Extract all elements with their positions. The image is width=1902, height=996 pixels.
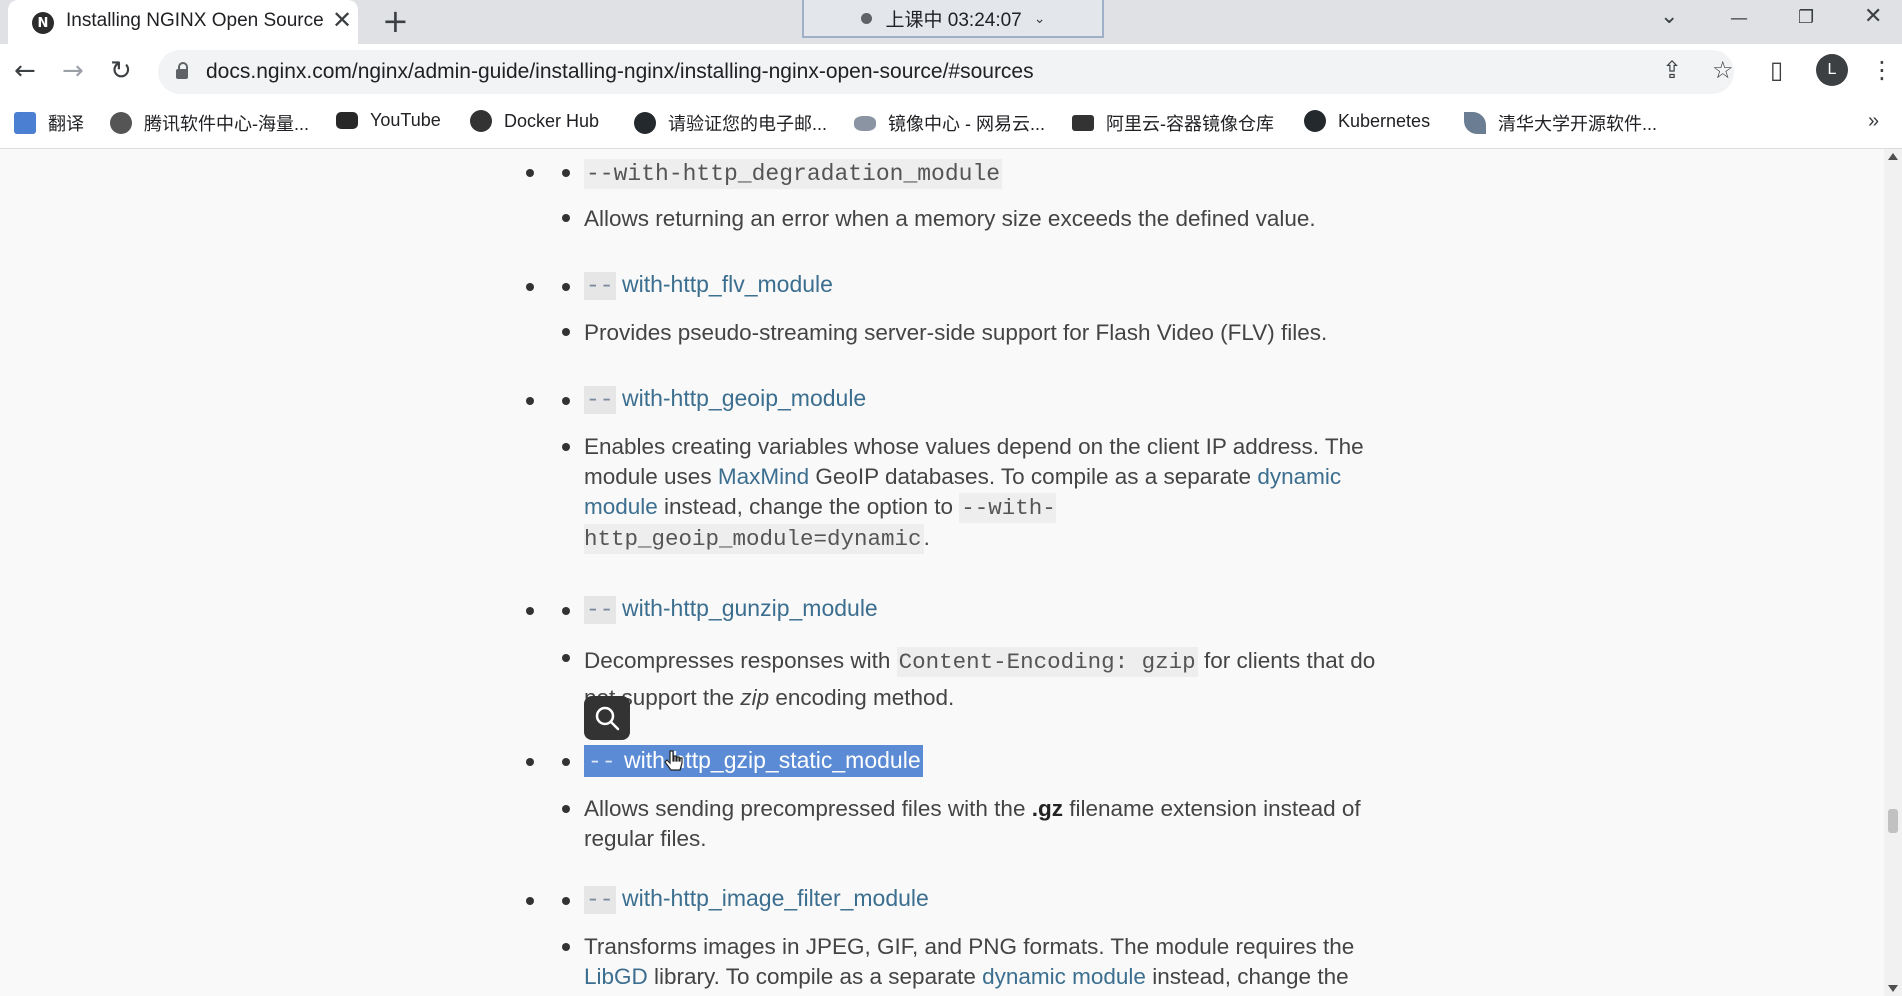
module-description: Enables creating variables whose values … (584, 434, 1364, 554)
forward-arrow-icon[interactable]: → (62, 56, 84, 86)
tab-strip: N Installing NGINX Open Source ✕ + 上课中 0… (0, 0, 1902, 44)
bullet (562, 443, 570, 451)
share-icon[interactable]: ⇪ (1662, 56, 1682, 84)
address-bar[interactable]: docs.nginx.com/nginx/admin-guide/install… (158, 50, 1734, 94)
bullet (562, 397, 570, 405)
module-link-selected[interactable]: -- with-http_gzip_static_module (584, 745, 923, 777)
bookmark-label: Docker Hub (504, 110, 600, 131)
chevron-down-icon: ⌄ (1033, 9, 1046, 26)
bookmark-label: 清华大学开源软件... (1498, 114, 1658, 134)
aliyun-icon (1072, 115, 1094, 131)
class-timer-label: 上课中 03:24:07 (885, 9, 1022, 31)
youtube-icon (336, 112, 358, 129)
module-link[interactable]: -- with-http_gunzip_module (584, 595, 878, 624)
maxmind-link[interactable]: MaxMind (718, 464, 809, 489)
side-panel-icon[interactable]: ▯ (1770, 56, 1783, 84)
bullet (562, 897, 570, 905)
bullet (562, 758, 570, 766)
bookmark-label: 腾讯软件中心-海量... (144, 114, 309, 134)
bookmark-item[interactable]: Docker Hub (470, 110, 599, 132)
bullet (526, 169, 534, 177)
address-url[interactable]: docs.nginx.com/nginx/admin-guide/install… (206, 60, 1034, 84)
libgd-link[interactable]: LibGD (584, 964, 648, 989)
browser-tab[interactable]: N Installing NGINX Open Source ✕ (8, 0, 358, 44)
bullet (526, 283, 534, 291)
bookmarks-bar: 翻译 腾讯软件中心-海量... YouTube Docker Hub 请验证您的… (0, 100, 1902, 149)
browser-toolbar: ← → ↻ docs.nginx.com/nginx/admin-guide/i… (0, 44, 1902, 100)
module-link[interactable]: -- with-http_geoip_module (584, 385, 866, 414)
search-icon (595, 706, 620, 731)
reload-icon[interactable]: ↻ (110, 56, 132, 86)
bookmark-label: Kubernetes (1338, 110, 1431, 131)
profile-avatar[interactable]: L (1816, 54, 1848, 86)
bookmark-star-icon[interactable]: ☆ (1712, 56, 1734, 84)
bookmark-item[interactable]: 翻译 (14, 110, 84, 136)
module-description: Decompresses responses with Content-Enco… (584, 647, 1376, 710)
bullet (562, 654, 570, 662)
bookmark-item[interactable]: 镜像中心 - 网易云... (854, 110, 1045, 136)
class-timer-indicator[interactable]: 上课中 03:24:07 ⌄ (802, 0, 1104, 38)
bullet (526, 897, 534, 905)
browser-menu-icon[interactable]: ⋮ (1870, 56, 1894, 84)
module-description: Transforms images in JPEG, GIF, and PNG … (584, 934, 1355, 989)
bookmarks-overflow-icon[interactable]: » (1868, 110, 1879, 133)
module-name: --with-http_degradation_module (584, 159, 1003, 189)
new-tab-button[interactable]: + (382, 2, 409, 40)
tab-search-icon[interactable]: ⌄ (1660, 4, 1678, 29)
tsinghua-icon (1464, 112, 1486, 134)
scroll-down-icon[interactable] (1888, 985, 1898, 992)
bullet (562, 805, 570, 813)
github-icon (634, 112, 656, 134)
bookmark-label: 翻译 (48, 114, 84, 134)
bullet (562, 169, 570, 177)
minimize-icon[interactable]: — (1730, 8, 1748, 29)
module-description: Allows sending precompressed files with … (584, 796, 1361, 851)
bookmark-label: 请验证您的电子邮... (668, 114, 828, 134)
bookmark-item[interactable]: 腾讯软件中心-海量... (110, 110, 309, 136)
bullet (562, 283, 570, 291)
dynamic-module-link[interactable]: dynamic module (982, 964, 1146, 989)
vertical-scrollbar[interactable] (1884, 149, 1902, 996)
bullet (526, 758, 534, 766)
module-description: Provides pseudo-streaming server-side su… (584, 320, 1328, 345)
bookmark-item[interactable]: Kubernetes (1304, 110, 1430, 132)
bullet (526, 607, 534, 615)
nginx-favicon-icon: N (32, 12, 54, 34)
docker-icon (470, 110, 492, 132)
bookmark-label: 阿里云-容器镜像仓库 (1106, 114, 1274, 134)
bullet (562, 214, 570, 222)
inline-code: Content-Encoding: gzip (896, 647, 1198, 677)
bookmark-item[interactable]: 清华大学开源软件... (1464, 110, 1657, 136)
scrollbar-thumb[interactable] (1888, 809, 1898, 833)
bullet (562, 943, 570, 951)
tab-title: Installing NGINX Open Source (66, 10, 324, 31)
bookmark-item[interactable]: 阿里云-容器镜像仓库 (1072, 110, 1274, 136)
bullet (562, 328, 570, 336)
module-link[interactable]: -- with-http_flv_module (584, 271, 833, 300)
window-close-icon[interactable]: ✕ (1864, 4, 1882, 29)
bookmark-item[interactable]: YouTube (336, 110, 441, 131)
tencent-icon (110, 112, 132, 134)
tab-close-icon[interactable]: ✕ (332, 6, 352, 35)
bullet (526, 397, 534, 405)
hand-cursor-icon (664, 750, 683, 771)
module-description: Allows returning an error when a memory … (584, 206, 1316, 231)
translate-icon (14, 112, 36, 134)
back-arrow-icon[interactable]: ← (14, 56, 36, 86)
restore-icon[interactable]: ❐ (1798, 7, 1814, 28)
lock-icon[interactable] (176, 62, 188, 79)
scroll-up-icon[interactable] (1888, 153, 1898, 160)
page-content: --with-http_degradation_module Allows re… (0, 149, 1884, 996)
record-dot-icon (860, 12, 872, 24)
bullet (562, 607, 570, 615)
magnifier-button[interactable] (584, 696, 630, 740)
bookmark-item[interactable]: 请验证您的电子邮... (634, 110, 827, 136)
netease-cloud-icon (854, 115, 876, 131)
github-icon (1304, 110, 1326, 132)
bookmark-label: YouTube (370, 110, 441, 130)
module-link[interactable]: -- with-http_image_filter_module (584, 885, 929, 914)
bookmark-label: 镜像中心 - 网易云... (888, 114, 1045, 134)
